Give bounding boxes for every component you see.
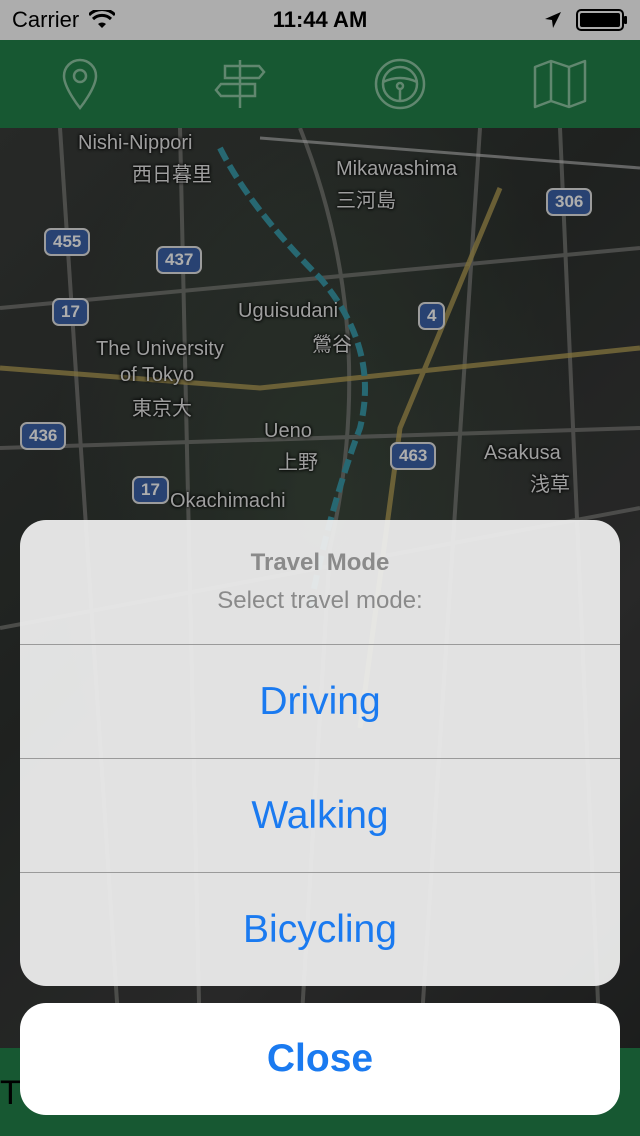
action-sheet-header: Travel Mode Select travel mode: xyxy=(20,520,620,644)
bicycling-option[interactable]: Bicycling xyxy=(20,872,620,986)
action-sheet-message: Select travel mode: xyxy=(217,587,423,614)
travel-mode-action-sheet: Travel Mode Select travel mode: Driving … xyxy=(20,520,620,986)
action-sheet-title: Travel Mode xyxy=(250,549,390,576)
driving-option[interactable]: Driving xyxy=(20,644,620,758)
walking-option[interactable]: Walking xyxy=(20,758,620,872)
close-button[interactable]: Close xyxy=(20,1003,620,1115)
